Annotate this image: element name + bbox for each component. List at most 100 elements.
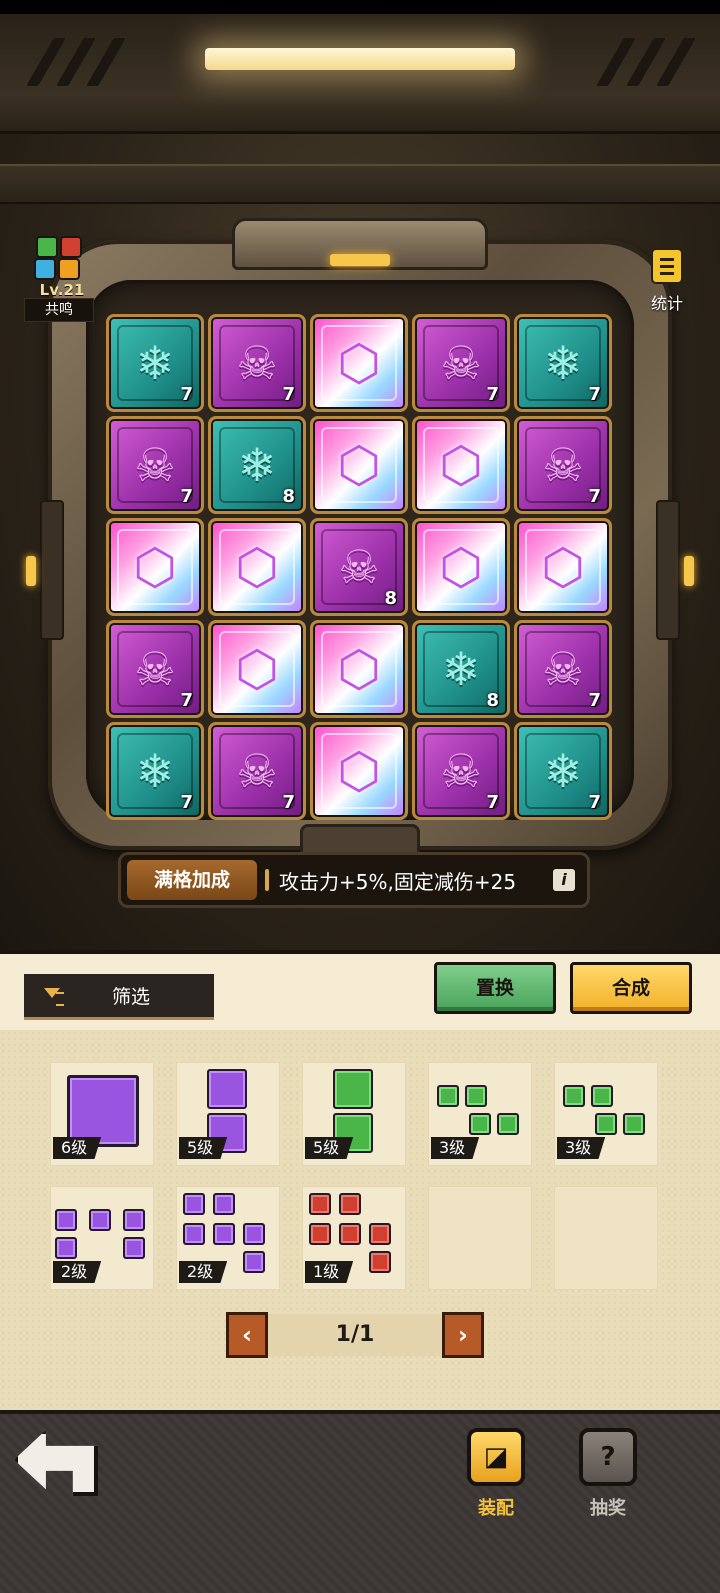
green-block	[595, 1113, 617, 1135]
tile-level: 7	[588, 384, 601, 405]
skull-rune-tile[interactable]: ☠ 7	[106, 416, 204, 514]
info-icon[interactable]: i	[553, 869, 575, 891]
red-block	[339, 1223, 361, 1245]
tile-level: 7	[180, 486, 193, 507]
skull-rune-tile[interactable]: ☠ 7	[208, 314, 306, 412]
gem-icon: ⬡	[439, 436, 483, 494]
skull-rune-tile[interactable]: ☠ 7	[412, 722, 510, 820]
back-arrow-icon	[14, 1430, 98, 1496]
rune-piece-slot[interactable]: 3级	[428, 1062, 532, 1166]
nav-draw-label: 抽奖	[590, 1498, 626, 1519]
resonance-badge[interactable]: Lv.21 共鸣	[22, 230, 96, 324]
inventory-panel: 筛选 置换 合成 6级 5级 5级 3级 3级 2级 2级 1级 ‹ 1/1 ›	[0, 950, 720, 1414]
rune-piece-slot[interactable]: 5级	[176, 1062, 280, 1166]
tile-level: 7	[282, 792, 295, 813]
empty-slot	[554, 1186, 658, 1290]
gem-icon: ⬡	[337, 742, 381, 800]
bonus-divider	[265, 869, 269, 891]
purple-block	[183, 1193, 205, 1215]
purple-block	[183, 1223, 205, 1245]
green-block	[333, 1069, 373, 1109]
skull-rune-tile[interactable]: ☠ 7	[208, 722, 306, 820]
green-block	[437, 1085, 459, 1107]
snow-rune-tile[interactable]: ❄ 7	[106, 314, 204, 412]
gem-rune-tile[interactable]: ⬡	[412, 518, 510, 616]
nav-equip-label: 装配	[478, 1498, 514, 1519]
purple-block	[55, 1209, 77, 1231]
stats-button[interactable]: 统计	[632, 250, 702, 320]
notepad-icon	[653, 250, 681, 282]
filter-icon	[44, 986, 64, 1006]
piece-level: 3级	[431, 1137, 480, 1159]
piece-level: 2级	[179, 1261, 228, 1283]
snow-rune-tile[interactable]: ❄ 8	[412, 620, 510, 718]
rune-piece-slot[interactable]: 1级	[302, 1186, 406, 1290]
red-block	[309, 1223, 331, 1245]
back-button[interactable]	[14, 1430, 98, 1496]
rune-board: ❄ 7 ☠ 7 ⬡ ☠ 7 ❄ 7 ☠ 7 ❄ 8 ⬡ ⬡ ☠ 7 ⬡ ⬡ ☠ 8 ⬡ ⬡ ☠ 7 ⬡ ⬡ ❄ 8 ☠ 7 ❄ 7 ☠ 7 ⬡ ☠ 7 ❄ 7	[106, 314, 616, 824]
filter-button[interactable]: 筛选	[24, 974, 214, 1020]
skull-rune-tile[interactable]: ☠ 8	[310, 518, 408, 616]
tile-level: 7	[588, 792, 601, 813]
status-bar	[0, 0, 720, 14]
tile-level: 7	[588, 486, 601, 507]
gem-rune-tile[interactable]: ⬡	[310, 722, 408, 820]
next-page-button[interactable]: ›	[442, 1312, 484, 1358]
rune-piece-slot[interactable]: 3级	[554, 1062, 658, 1166]
tile-level: 8	[384, 588, 397, 609]
gem-rune-tile[interactable]: ⬡	[412, 416, 510, 514]
gem-rune-tile[interactable]: ⬡	[310, 314, 408, 412]
green-block	[563, 1085, 585, 1107]
nav-equip[interactable]: ◪ 装配	[456, 1428, 536, 1519]
green-block	[623, 1113, 645, 1135]
green-block	[497, 1113, 519, 1135]
rune-piece-slot[interactable]: 6级	[50, 1062, 154, 1166]
tile-level: 8	[282, 486, 295, 507]
gem-icon: ⬡	[133, 538, 177, 596]
page-indicator: 1/1	[335, 1322, 375, 1347]
gem-rune-tile[interactable]: ⬡	[208, 620, 306, 718]
gem-rune-tile[interactable]: ⬡	[106, 518, 204, 616]
snow-rune-tile[interactable]: ❄ 7	[514, 722, 612, 820]
merge-button[interactable]: 合成	[570, 962, 692, 1014]
gem-rune-tile[interactable]: ⬡	[310, 416, 408, 514]
tile-level: 7	[180, 384, 193, 405]
piece-level: 5级	[179, 1137, 228, 1159]
gem-icon: ⬡	[541, 538, 585, 596]
purple-block	[123, 1209, 145, 1231]
chest-icon: ?	[579, 1428, 637, 1486]
full-grid-bonus-bar: 满格加成 攻击力+5%,固定减伤+25 i	[118, 852, 590, 908]
skull-rune-tile[interactable]: ☠ 7	[514, 620, 612, 718]
side-panel-right	[656, 500, 680, 640]
tile-level: 7	[282, 384, 295, 405]
rune-piece-slot[interactable]: 2级	[176, 1186, 280, 1290]
gem-rune-tile[interactable]: ⬡	[514, 518, 612, 616]
vent	[656, 38, 696, 86]
rune-piece-slot[interactable]: 2级	[50, 1186, 154, 1290]
tile-level: 7	[486, 384, 499, 405]
piece-level: 2级	[53, 1261, 102, 1283]
snow-rune-tile[interactable]: ❄ 7	[514, 314, 612, 412]
rune-piece-slot[interactable]: 5级	[302, 1062, 406, 1166]
tile-level: 7	[588, 690, 601, 711]
tile-level: 7	[180, 690, 193, 711]
nav-draw[interactable]: ? 抽奖	[568, 1428, 648, 1519]
inventory-grid: 6级 5级 5级 3级 3级 2级 2级 1级	[50, 1062, 660, 1290]
gem-rune-tile[interactable]: ⬡	[310, 620, 408, 718]
purple-block	[213, 1223, 235, 1245]
purple-block	[67, 1075, 139, 1147]
purple-block	[243, 1223, 265, 1245]
skull-rune-tile[interactable]: ☠ 7	[412, 314, 510, 412]
skull-rune-tile[interactable]: ☠ 7	[106, 620, 204, 718]
bottom-nav: ◪ 装配 ? 抽奖	[0, 1410, 720, 1593]
piece-level: 5级	[305, 1137, 354, 1159]
snow-rune-tile[interactable]: ❄ 7	[106, 722, 204, 820]
skull-rune-tile[interactable]: ☠ 7	[514, 416, 612, 514]
gem-rune-tile[interactable]: ⬡	[208, 518, 306, 616]
gem-icon: ⬡	[337, 436, 381, 494]
snow-rune-tile[interactable]: ❄ 8	[208, 416, 306, 514]
tile-level: 7	[180, 792, 193, 813]
swap-button[interactable]: 置换	[434, 962, 556, 1014]
equip-icon: ◪	[467, 1428, 525, 1486]
purple-block	[243, 1251, 265, 1273]
